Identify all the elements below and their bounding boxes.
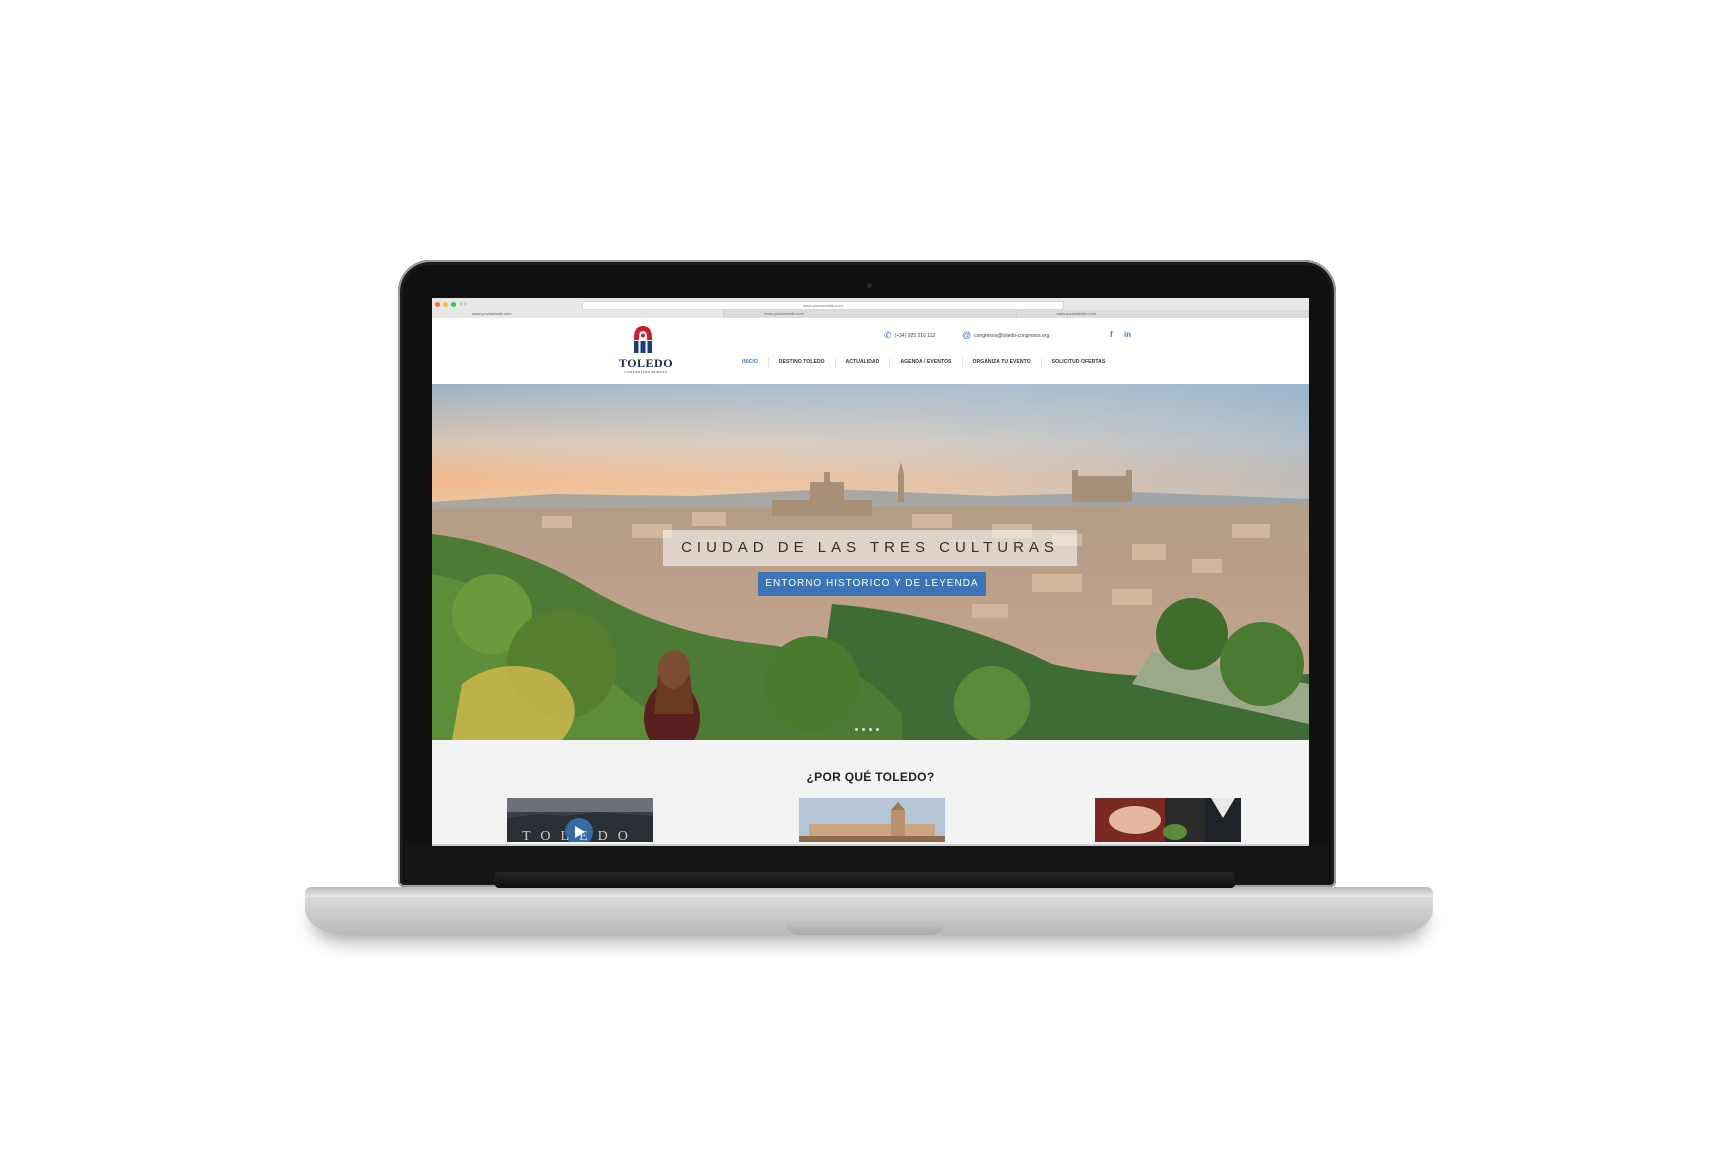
laptop-mockup: ‹ › www.yourwebsite.com www.yourwebsite.… [0,0,1712,1162]
window-controls [435,302,456,307]
nav-item-destino-toledo[interactable]: DESTINO TOLEDO [769,358,836,367]
phone-number: (+34) 925 210 112 [894,332,936,339]
email-address: congresos@toledo-congresos.org [974,332,1050,339]
site-header: TOLEDO CONVENTION BUREAU ✆ (+34) 925 210… [432,318,1309,384]
laptop-screen: ‹ › www.yourwebsite.com www.yourwebsite.… [432,298,1309,846]
hero-slider[interactable]: CIUDAD DE LAS TRES CULTURAS ENTORNO HIST… [432,384,1309,740]
page-scrollbar[interactable] [432,844,1309,846]
maximize-window-button[interactable] [451,302,456,307]
logo-tagline: CONVENTION BUREAU [624,370,668,374]
contact-phone[interactable]: ✆ (+34) 925 210 112 [884,331,935,340]
main-navigation: INICIO DESTINO TOLEDO ACTUALIDAD AGENDA … [732,358,1115,367]
laptop-notch [785,921,945,935]
slider-dot[interactable] [855,728,858,731]
browser-nav-arrows[interactable]: ‹ › [460,301,467,308]
why-toledo-section: ¿POR QUÉ TOLEDO? TOLEDO [432,740,1309,846]
slider-dot[interactable] [876,728,879,731]
camera-icon [867,283,872,288]
address-bar[interactable]: www.yourwebsite.com [582,301,1064,310]
browser-tabs: www.yourwebsite.com www.yourwebsite.com … [432,310,1309,318]
nav-item-solicitud-ofertas[interactable]: SOLICITUD OFERTAS [1042,358,1116,367]
laptop-base-edge [305,887,1433,897]
hero-subtitle-button[interactable]: ENTORNO HISTORICO Y DE LEYENDA [758,572,986,596]
site-logo[interactable]: TOLEDO CONVENTION BUREAU [618,324,674,378]
minimize-window-button[interactable] [443,302,448,307]
browser-chrome: ‹ › www.yourwebsite.com www.yourwebsite.… [432,298,1309,319]
why-card-gastronomy[interactable] [1095,798,1241,842]
browser-tab[interactable]: www.yourwebsite.com [432,310,725,318]
nav-item-inicio[interactable]: INICIO [732,358,769,367]
logo-wordmark: TOLEDO [618,356,674,370]
why-card-video[interactable]: TOLEDO [507,798,653,842]
slider-dot[interactable] [862,728,865,731]
nav-item-agenda-eventos[interactable]: AGENDA / EVENTOS [890,358,963,367]
close-window-button[interactable] [435,302,440,307]
why-card-architecture[interactable] [799,798,945,842]
nav-item-organiza-tu-evento[interactable]: ORGANIZA TU EVENTO [963,358,1042,367]
video-overlay-text: TOLEDO [522,829,638,843]
facebook-icon[interactable]: f [1110,330,1113,339]
phone-icon: ✆ [884,330,892,340]
at-icon: @ [962,330,972,340]
section-title: ¿POR QUÉ TOLEDO? [806,770,935,784]
contact-email[interactable]: @ congresos@toledo-congresos.org [962,331,1049,340]
architecture-thumbnail [799,798,945,842]
logo-emblem-icon [634,326,652,353]
laptop-hinge [495,872,1235,888]
gastronomy-thumbnail [1095,798,1241,842]
browser-tab[interactable]: www.yourwebsite.com [724,310,1017,318]
nav-item-actualidad[interactable]: ACTUALIDAD [836,358,891,367]
linkedin-icon[interactable]: in [1124,330,1131,339]
slider-dot[interactable] [869,728,872,731]
browser-tab[interactable]: www.yourwebsite.com [1016,310,1309,318]
slider-pagination[interactable] [855,728,879,731]
hero-title: CIUDAD DE LAS TRES CULTURAS [663,530,1077,566]
